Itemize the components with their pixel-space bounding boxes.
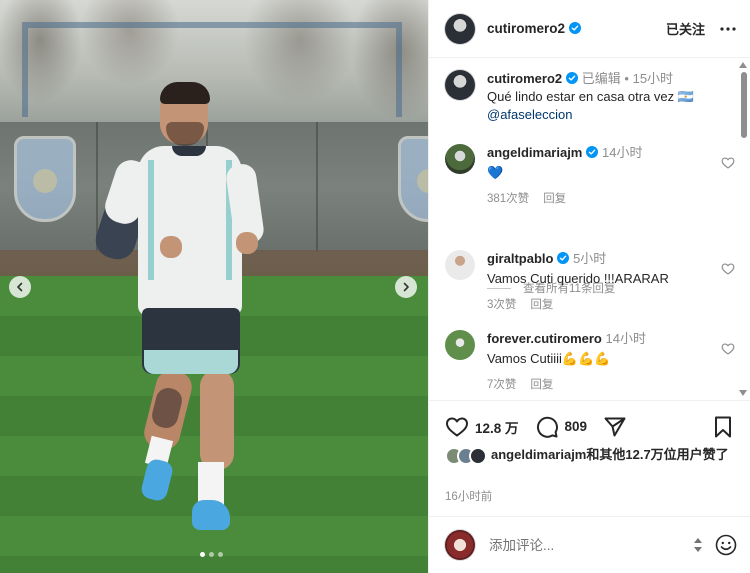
like-count[interactable]: 12.8 万 (475, 417, 519, 437)
scroll-down-arrow-icon[interactable] (739, 390, 747, 396)
post-timestamp[interactable]: 16小时前 (445, 488, 492, 504)
comment-time[interactable]: 5小时 (573, 251, 606, 266)
following-button[interactable]: 已关注 (666, 19, 705, 38)
likes-summary-text[interactable]: angeldimariajm和其他12.7万位用户赞了 (491, 446, 729, 467)
comment-item: forever.cutiromero 14小时 Vamos Cutiiii💪💪💪… (445, 330, 735, 392)
comments-list[interactable]: cutiromero2 已编辑 • 15小时 Qué lindo estar e… (429, 58, 750, 400)
caption-avatar[interactable] (445, 70, 475, 100)
liker-avatar (469, 447, 487, 465)
more-horizontal-icon (720, 26, 736, 31)
caption-mention-link[interactable]: @afaseleccion (487, 106, 694, 124)
comment-username[interactable]: angeldimariajm (487, 145, 582, 160)
heart-outline-icon (446, 417, 468, 436)
comment-time[interactable]: 14小时 (602, 145, 642, 160)
player-figure (0, 0, 428, 573)
comment-avatar[interactable] (445, 330, 475, 360)
comment-count[interactable]: 809 (565, 419, 588, 434)
comment-like-count[interactable]: 381次赞 (487, 190, 529, 206)
comment-text: Vamos Cutiiii💪💪💪 (487, 351, 611, 366)
resize-handle[interactable] (687, 534, 709, 556)
carousel-next-button[interactable] (395, 276, 417, 298)
comment-username[interactable]: forever.cutiromero (487, 331, 602, 346)
up-down-arrows-icon (694, 538, 702, 552)
verified-badge-icon (566, 72, 579, 84)
carousel-dots (200, 552, 223, 557)
comment-like-count[interactable]: 7次赞 (487, 376, 516, 392)
comment-bubble-icon (536, 416, 558, 438)
comment-input[interactable] (489, 537, 681, 553)
comment-reply-button[interactable]: 回复 (530, 376, 553, 392)
like-button[interactable]: 12.8 万 (445, 415, 519, 439)
meta-separator: • (624, 71, 629, 86)
emoji-smiley-icon (715, 534, 737, 556)
comment-composer (429, 516, 750, 573)
save-bookmark-button[interactable] (711, 415, 735, 439)
comment-item: angeldimariajm 14小时 💙 381次赞 回复 (445, 144, 735, 206)
verified-badge-icon (586, 146, 599, 158)
carousel-dot (209, 552, 214, 557)
comment-time[interactable]: 14小时 (606, 331, 646, 346)
post-header: cutiromero2 已关注 (429, 0, 750, 58)
heart-outline-icon[interactable] (721, 156, 735, 170)
carousel-dot (200, 552, 205, 557)
post-side-panel: cutiromero2 已关注 cutiromero2 已编辑 • 15小时 Q… (428, 0, 750, 573)
carousel-prev-button[interactable] (9, 276, 31, 298)
comment-item: giraltpablo 5小时 Vamos Cuti querido !!!AR… (445, 250, 735, 312)
caption-text: Qué lindo estar en casa otra vez 🇦🇷 (487, 89, 694, 104)
caption-username[interactable]: cutiromero2 (487, 71, 562, 86)
chevron-right-icon (403, 282, 409, 292)
comment-avatar[interactable] (445, 250, 475, 280)
send-paper-plane-icon (604, 417, 626, 436)
comment-username[interactable]: giraltpablo (487, 251, 553, 266)
comment-like-count[interactable]: 3次赞 (487, 296, 516, 312)
scroll-up-arrow-icon[interactable] (739, 62, 747, 68)
caption-time[interactable]: 15小时 (633, 71, 673, 86)
comment-avatar[interactable] (445, 144, 475, 174)
post-photo[interactable] (0, 0, 428, 573)
author-username[interactable]: cutiromero2 (487, 21, 582, 36)
more-options-button[interactable] (719, 20, 737, 38)
post-caption: cutiromero2 已编辑 • 15小时 Qué lindo estar e… (445, 70, 735, 124)
verified-badge-icon (569, 22, 582, 34)
comments-scrollbar-thumb[interactable] (741, 72, 747, 138)
comment-text: Vamos Cuti querido !!!ARARAR (487, 271, 669, 286)
comment-reply-button[interactable]: 回复 (530, 296, 553, 312)
heart-outline-icon[interactable] (721, 342, 735, 356)
comment-text: 💙 (487, 165, 504, 180)
heart-outline-icon[interactable] (721, 262, 735, 276)
likes-summary[interactable]: angeldimariajm和其他12.7万位用户赞了 (445, 446, 741, 467)
emoji-button[interactable] (715, 534, 737, 556)
chevron-left-icon (17, 282, 23, 292)
comment-reply-button[interactable]: 回复 (543, 190, 566, 206)
post-action-bar: 12.8 万 809 (429, 400, 750, 452)
liker-avatars (445, 447, 489, 467)
verified-badge-icon (557, 252, 570, 264)
carousel-dot (218, 552, 223, 557)
share-button[interactable] (603, 415, 627, 439)
author-avatar[interactable] (445, 13, 475, 44)
bookmark-icon (715, 416, 731, 437)
current-user-avatar (445, 530, 475, 560)
comment-button[interactable]: 809 (535, 415, 588, 439)
edited-label: 已编辑 (581, 71, 621, 86)
